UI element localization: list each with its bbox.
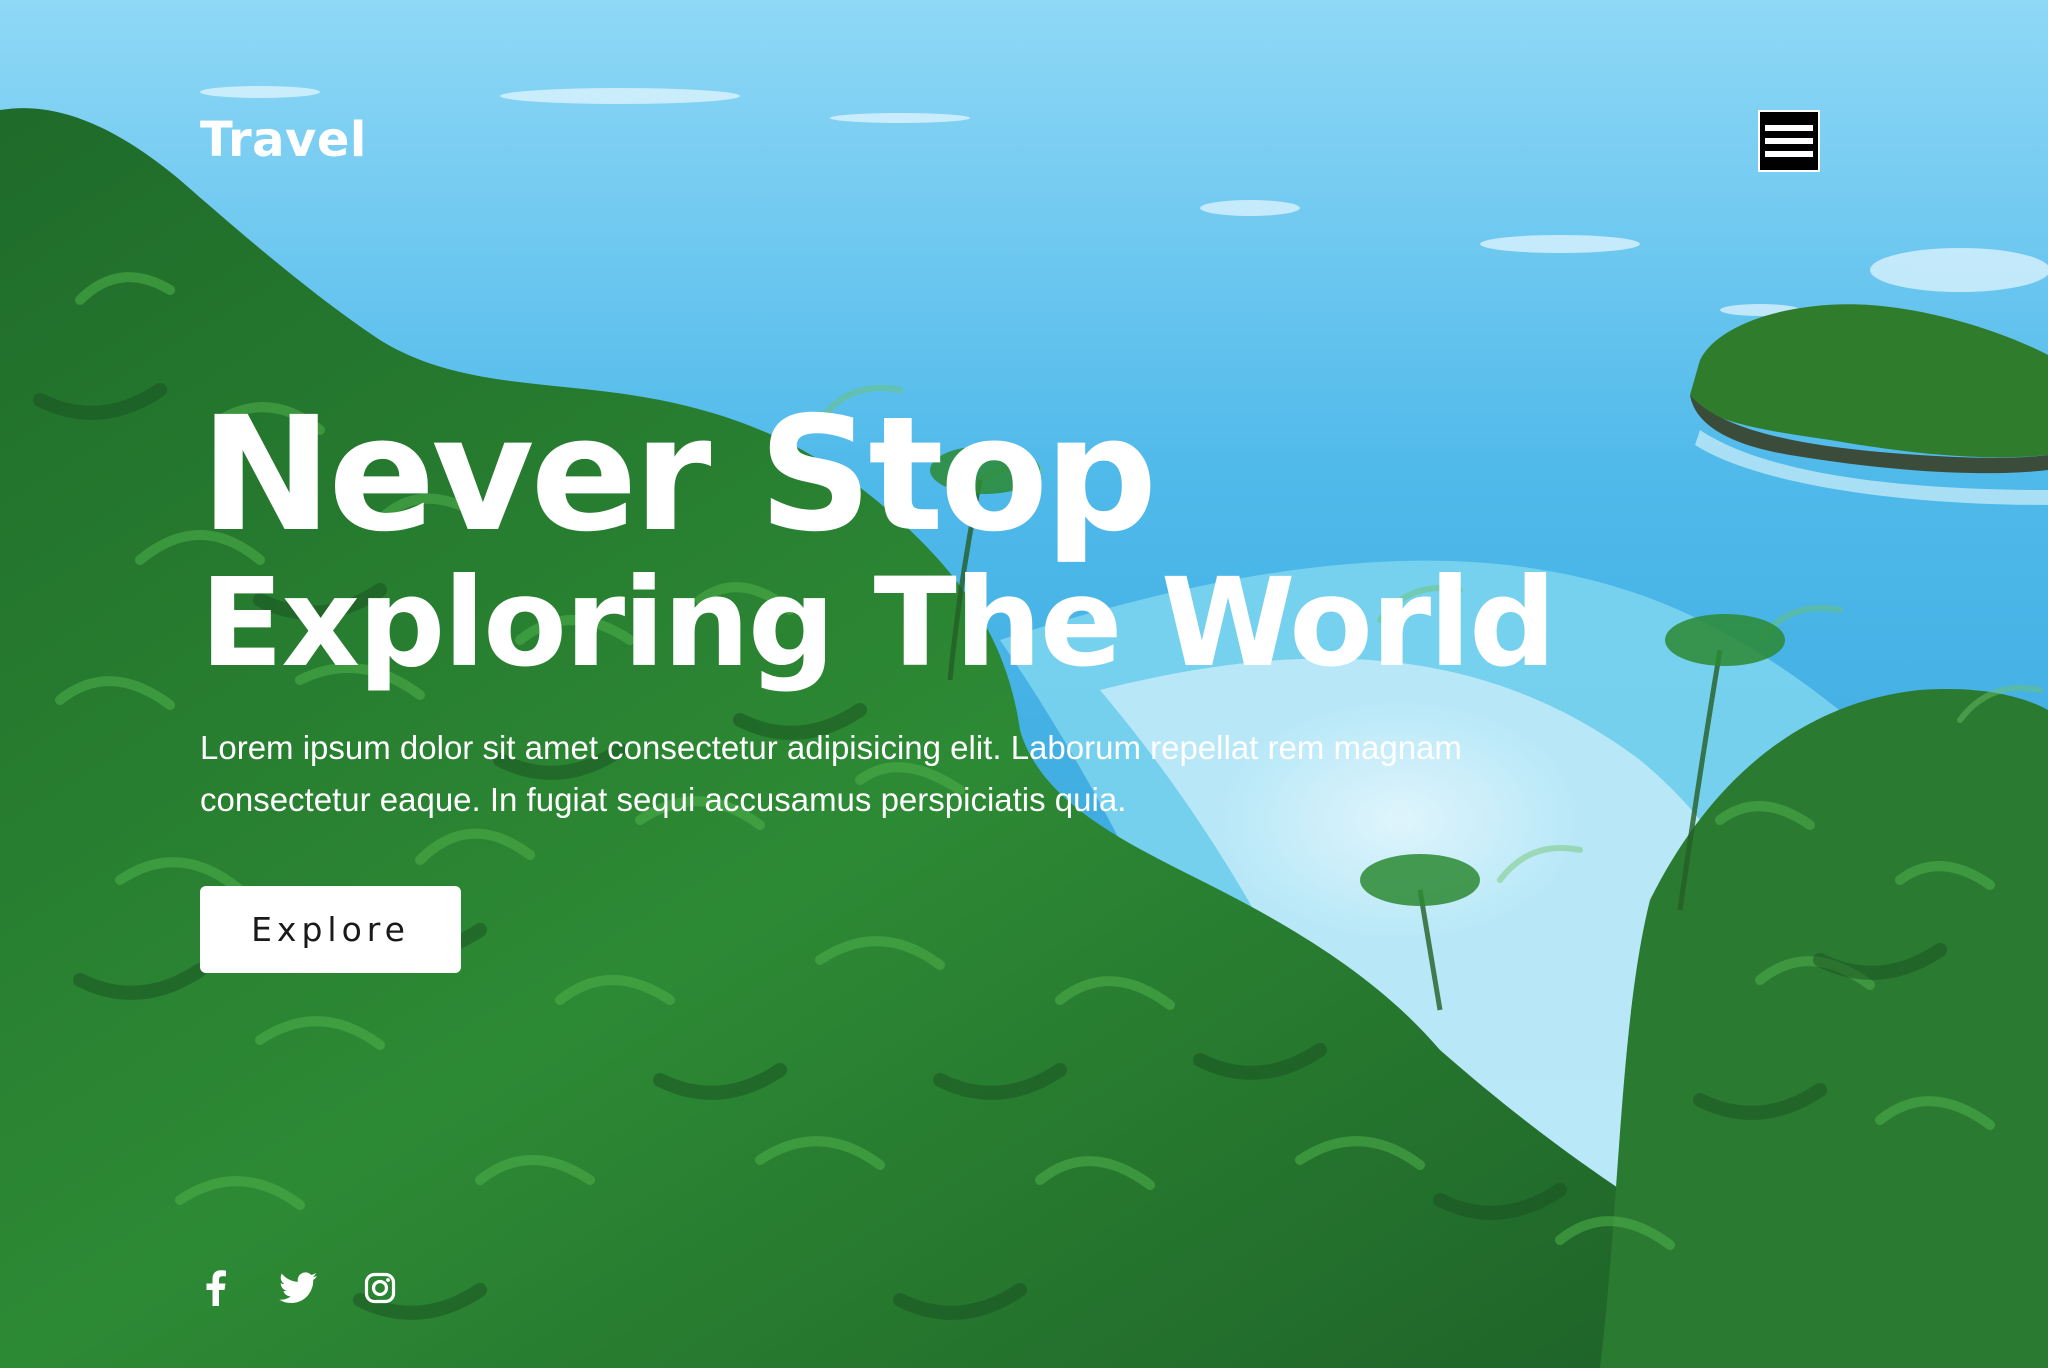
hamburger-menu-icon-bar	[1765, 151, 1813, 157]
social-links	[196, 1266, 400, 1310]
instagram-link[interactable]	[360, 1266, 400, 1310]
hero-headline-line1: Never Stop	[200, 383, 1157, 567]
hamburger-menu-icon-bar	[1765, 138, 1813, 144]
hamburger-menu-icon	[1765, 125, 1813, 131]
twitter-link[interactable]	[278, 1266, 318, 1310]
menu-button[interactable]	[1758, 110, 1820, 172]
facebook-icon	[206, 1270, 226, 1306]
facebook-link[interactable]	[196, 1266, 236, 1310]
instagram-icon	[364, 1272, 396, 1304]
brand-logo[interactable]: Travel	[200, 108, 367, 172]
hero-headline: Never Stop Exploring The World	[200, 383, 1556, 694]
explore-button[interactable]: Explore	[200, 886, 461, 973]
twitter-icon	[279, 1272, 317, 1304]
hero-description: Lorem ipsum dolor sit amet consectetur a…	[200, 729, 1462, 818]
hero-headline-line2: Exploring The World	[200, 552, 1556, 694]
